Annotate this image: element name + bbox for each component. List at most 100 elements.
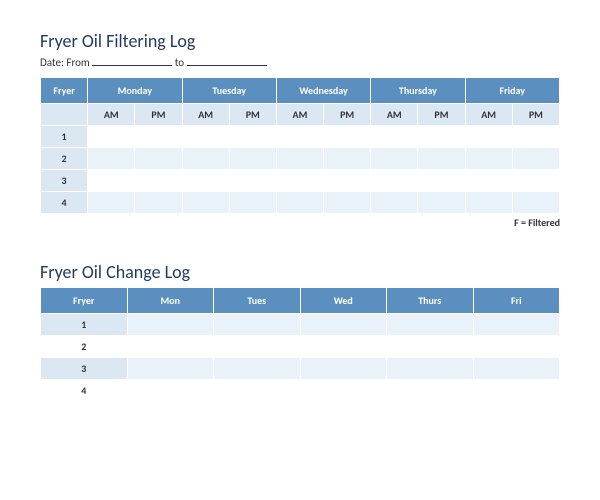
cell[interactable] xyxy=(182,126,229,148)
cell[interactable] xyxy=(512,192,559,214)
cell[interactable] xyxy=(214,336,301,358)
cell[interactable] xyxy=(135,192,182,214)
cell[interactable] xyxy=(371,170,418,192)
cell[interactable] xyxy=(465,192,512,214)
cell[interactable] xyxy=(387,336,474,358)
cell[interactable] xyxy=(387,380,474,402)
date-to-label: to xyxy=(175,56,184,69)
cell[interactable] xyxy=(418,148,465,170)
table-row: 2 xyxy=(41,336,560,358)
table-row: 4 xyxy=(41,380,560,402)
subheader-pm: PM xyxy=(512,104,559,126)
row-label: 1 xyxy=(41,126,88,148)
subheader-pm: PM xyxy=(418,104,465,126)
cell[interactable] xyxy=(135,170,182,192)
cell[interactable] xyxy=(88,170,135,192)
cell[interactable] xyxy=(473,314,560,336)
cell[interactable] xyxy=(229,148,276,170)
cell[interactable] xyxy=(214,358,301,380)
cell[interactable] xyxy=(473,336,560,358)
date-from-label: Date: From xyxy=(40,56,90,69)
cell[interactable] xyxy=(387,358,474,380)
row-label: 1 xyxy=(41,314,128,336)
col-tuesday: Tuesday xyxy=(182,78,276,104)
cell[interactable] xyxy=(88,192,135,214)
cell[interactable] xyxy=(182,170,229,192)
table-row: 3 xyxy=(41,358,560,380)
cell[interactable] xyxy=(473,358,560,380)
cell[interactable] xyxy=(324,170,371,192)
row-label: 2 xyxy=(41,148,88,170)
col-friday: Friday xyxy=(465,78,559,104)
cell[interactable] xyxy=(371,148,418,170)
cell[interactable] xyxy=(371,126,418,148)
col-tues: Tues xyxy=(214,288,301,314)
cell[interactable] xyxy=(371,192,418,214)
row-label: 4 xyxy=(41,192,88,214)
cell[interactable] xyxy=(229,170,276,192)
cell[interactable] xyxy=(418,126,465,148)
date-from-blank[interactable] xyxy=(92,56,172,66)
cell[interactable] xyxy=(300,314,387,336)
cell[interactable] xyxy=(276,192,323,214)
cell[interactable] xyxy=(324,126,371,148)
cell[interactable] xyxy=(88,148,135,170)
col-fryer: Fryer xyxy=(41,288,128,314)
cell[interactable] xyxy=(473,380,560,402)
cell[interactable] xyxy=(214,314,301,336)
col-fri: Fri xyxy=(473,288,560,314)
table-header-row: Fryer Mon Tues Wed Thurs Fri xyxy=(41,288,560,314)
table-row: 2 xyxy=(41,148,560,170)
col-wed: Wed xyxy=(300,288,387,314)
cell[interactable] xyxy=(324,192,371,214)
col-mon: Mon xyxy=(127,288,214,314)
filtering-legend: F = Filtered xyxy=(40,216,560,229)
subheader-am: AM xyxy=(465,104,512,126)
cell[interactable] xyxy=(418,192,465,214)
col-wednesday: Wednesday xyxy=(276,78,370,104)
cell[interactable] xyxy=(229,126,276,148)
cell[interactable] xyxy=(512,148,559,170)
row-label: 3 xyxy=(41,170,88,192)
cell[interactable] xyxy=(276,170,323,192)
cell[interactable] xyxy=(127,314,214,336)
cell[interactable] xyxy=(127,380,214,402)
cell[interactable] xyxy=(276,126,323,148)
cell[interactable] xyxy=(387,314,474,336)
col-monday: Monday xyxy=(88,78,182,104)
cell[interactable] xyxy=(135,126,182,148)
date-to-blank[interactable] xyxy=(187,56,267,66)
cell[interactable] xyxy=(229,192,276,214)
cell[interactable] xyxy=(214,380,301,402)
cell[interactable] xyxy=(465,126,512,148)
subheader-am: AM xyxy=(276,104,323,126)
change-log-title: Fryer Oil Change Log xyxy=(40,261,560,283)
cell[interactable] xyxy=(182,192,229,214)
row-label: 3 xyxy=(41,358,128,380)
cell[interactable] xyxy=(182,148,229,170)
cell[interactable] xyxy=(465,148,512,170)
cell[interactable] xyxy=(135,148,182,170)
table-row: 3 xyxy=(41,170,560,192)
cell[interactable] xyxy=(276,148,323,170)
cell[interactable] xyxy=(512,126,559,148)
cell[interactable] xyxy=(465,170,512,192)
cell[interactable] xyxy=(512,170,559,192)
cell[interactable] xyxy=(300,336,387,358)
cell[interactable] xyxy=(300,358,387,380)
cell[interactable] xyxy=(324,148,371,170)
cell[interactable] xyxy=(127,358,214,380)
subheader-pm: PM xyxy=(229,104,276,126)
change-log-table: Fryer Mon Tues Wed Thurs Fri 1 2 3 4 xyxy=(40,287,560,402)
subheader-pm: PM xyxy=(135,104,182,126)
cell[interactable] xyxy=(88,126,135,148)
cell[interactable] xyxy=(418,170,465,192)
col-fryer: Fryer xyxy=(41,78,88,104)
cell[interactable] xyxy=(300,380,387,402)
subheader-am: AM xyxy=(88,104,135,126)
cell[interactable] xyxy=(127,336,214,358)
table-row: 1 xyxy=(41,126,560,148)
col-thursday: Thursday xyxy=(371,78,465,104)
subheader-blank xyxy=(41,104,88,126)
table-header-row: Fryer Monday Tuesday Wednesday Thursday … xyxy=(41,78,560,104)
